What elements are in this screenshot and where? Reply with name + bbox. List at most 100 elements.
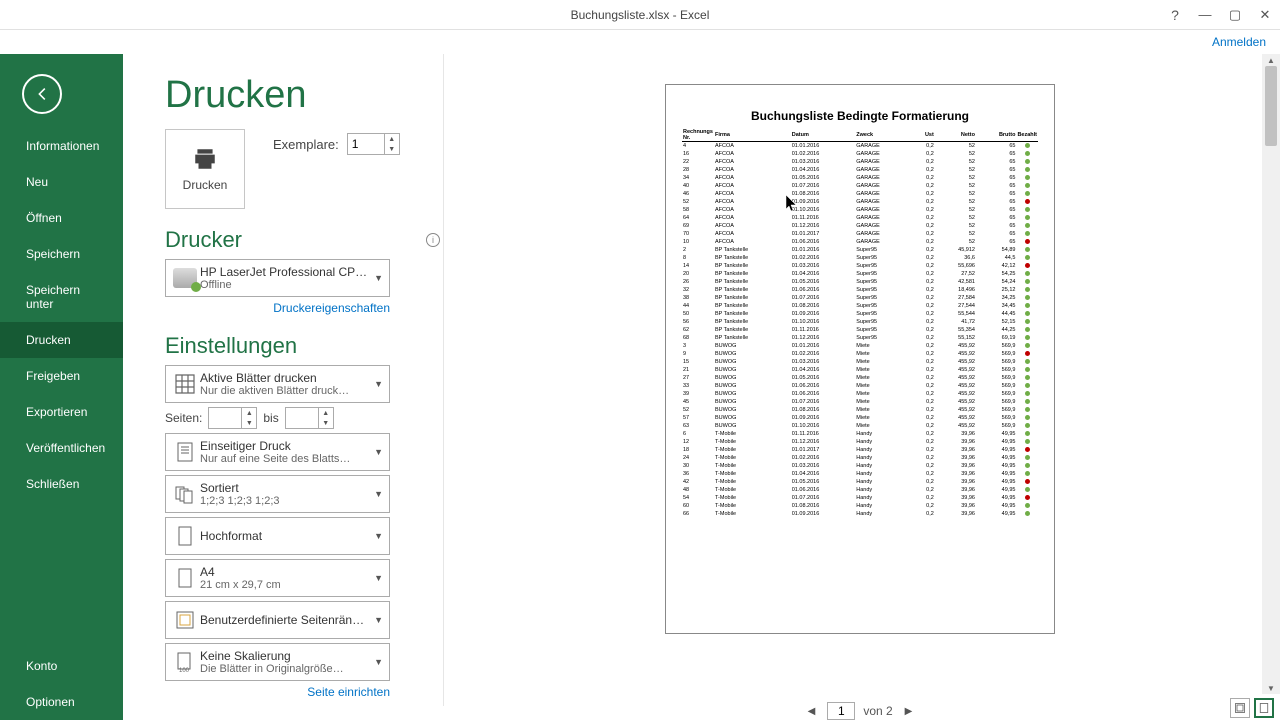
copies-spinner[interactable]: ▲▼: [347, 133, 400, 155]
scaling-icon: 100: [173, 650, 197, 674]
status-paid-icon: [1025, 383, 1030, 388]
nav-informationen[interactable]: Informationen: [0, 128, 123, 164]
prev-page-button[interactable]: ◀: [804, 704, 820, 719]
table-row: 48T-Mobile01.06.2016Handy0,239,9649,95: [682, 486, 1038, 494]
column-header: Datum: [791, 129, 856, 142]
paper-icon: [173, 566, 197, 590]
nav-drucken[interactable]: Drucken: [0, 322, 123, 358]
paper-size-dropdown[interactable]: A4 21 cm x 29,7 cm ▼: [165, 559, 390, 597]
status-unpaid-icon: [1025, 351, 1030, 356]
column-header: Firma: [714, 129, 791, 142]
table-row: 16AFCOA01.02.2016GARAGE0,25265: [682, 150, 1038, 158]
status-unpaid-icon: [1025, 479, 1030, 484]
margins-icon: [173, 608, 197, 632]
settings-section-title: Einstellungen: [165, 333, 297, 359]
column-header: Zweck: [855, 129, 911, 142]
nav-veröffentlichen[interactable]: Veröffentlichen: [0, 430, 123, 466]
table-row: 50BP Tankstelle01.09.2016Super950,255,54…: [682, 310, 1038, 318]
scroll-up-button[interactable]: ▲: [1262, 54, 1280, 66]
backstage-sidebar: InformationenNeuÖffnenSpeichernSpeichern…: [0, 54, 123, 720]
print-what-dropdown[interactable]: Aktive Blätter drucken Nur die aktiven B…: [165, 365, 390, 403]
status-paid-icon: [1025, 431, 1030, 436]
printer-properties-link[interactable]: Druckereigenschaften: [165, 301, 390, 315]
table-row: 68BP Tankstelle01.12.2016Super950,255,15…: [682, 334, 1038, 342]
next-page-button[interactable]: ▶: [901, 704, 917, 719]
chevron-down-icon: ▼: [374, 489, 383, 499]
show-margins-button[interactable]: [1230, 698, 1250, 718]
printer-dropdown[interactable]: HP LaserJet Professional CP… Offline ▼: [165, 259, 390, 297]
table-row: 52BUWOG01.08.2016Miete0,2455,92569,9: [682, 406, 1038, 414]
printer-status-icon: [171, 266, 199, 290]
page-setup-link[interactable]: Seite einrichten: [165, 685, 390, 699]
info-icon[interactable]: i: [426, 233, 440, 247]
status-paid-icon: [1025, 151, 1030, 156]
chevron-down-icon: ▼: [374, 573, 383, 583]
table-row: 63BUWOG01.10.2016Miete0,2455,92569,9: [682, 422, 1038, 430]
pages-to-spinner[interactable]: ▲▼: [285, 407, 334, 429]
table-row: 60T-Mobile01.08.2016Handy0,239,9649,95: [682, 502, 1038, 510]
pages-label: Seiten:: [165, 411, 202, 425]
scroll-thumb[interactable]: [1265, 66, 1277, 146]
scaling-dropdown[interactable]: 100 Keine Skalierung Die Blätter in Orig…: [165, 643, 390, 681]
table-row: 45BUWOG01.07.2016Miete0,2455,92569,9: [682, 398, 1038, 406]
nav-speichern-unter[interactable]: Speichern unter: [0, 272, 123, 322]
copies-down[interactable]: ▼: [385, 144, 399, 154]
close-button[interactable]: ✕: [1250, 0, 1280, 30]
titlebar: Buchungsliste.xlsx - Excel ? — ▢ ✕: [0, 0, 1280, 30]
status-paid-icon: [1025, 503, 1030, 508]
table-row: 64AFCOA01.11.2016GARAGE0,25265: [682, 214, 1038, 222]
column-header: Ust: [911, 129, 935, 142]
sides-dropdown[interactable]: Einseitiger Druck Nur auf eine Seite des…: [165, 433, 390, 471]
copies-up[interactable]: ▲: [385, 134, 399, 144]
table-row: 2BP Tankstelle01.01.2016Super950,245,912…: [682, 246, 1038, 254]
status-paid-icon: [1025, 255, 1030, 260]
nav-exportieren[interactable]: Exportieren: [0, 394, 123, 430]
pages-to-input[interactable]: [286, 411, 318, 425]
margins-dropdown[interactable]: Benutzerdefinierte Seitenrän… ▼: [165, 601, 390, 639]
column-header: Brutto: [976, 129, 1016, 142]
status-paid-icon: [1025, 463, 1030, 468]
status-unpaid-icon: [1025, 495, 1030, 500]
nav-schließen[interactable]: Schließen: [0, 466, 123, 502]
nav-neu[interactable]: Neu: [0, 164, 123, 200]
vertical-scrollbar[interactable]: ▲ ▼: [1262, 54, 1280, 694]
pages-from-input[interactable]: [209, 411, 241, 425]
status-unpaid-icon: [1025, 447, 1030, 452]
print-button[interactable]: Drucken: [165, 129, 245, 209]
total-pages-label: von 2: [863, 704, 892, 718]
nav-optionen[interactable]: Optionen: [0, 684, 123, 720]
collate-dropdown[interactable]: Sortiert 1;2;3 1;2;3 1;2;3 ▼: [165, 475, 390, 513]
zoom-to-page-button[interactable]: [1254, 698, 1274, 718]
printer-icon: [190, 146, 220, 172]
back-button[interactable]: [22, 74, 62, 114]
table-row: 36T-Mobile01.04.2016Handy0,239,9649,95: [682, 470, 1038, 478]
copies-label: Exemplare:: [273, 137, 339, 152]
minimize-button[interactable]: —: [1190, 0, 1220, 30]
status-paid-icon: [1025, 279, 1030, 284]
status-paid-icon: [1025, 423, 1030, 428]
nav-öffnen[interactable]: Öffnen: [0, 200, 123, 236]
signin-link[interactable]: Anmelden: [0, 30, 1280, 54]
status-paid-icon: [1025, 167, 1030, 172]
nav-speichern[interactable]: Speichern: [0, 236, 123, 272]
status-paid-icon: [1025, 247, 1030, 252]
table-row: 33BUWOG01.06.2016Miete0,2455,92569,9: [682, 382, 1038, 390]
table-row: 20BP Tankstelle01.04.2016Super950,227,52…: [682, 270, 1038, 278]
scroll-down-button[interactable]: ▼: [1262, 682, 1280, 694]
status-paid-icon: [1025, 359, 1030, 364]
status-paid-icon: [1025, 407, 1030, 412]
help-button[interactable]: ?: [1160, 0, 1190, 30]
svg-text:100: 100: [179, 668, 190, 674]
maximize-button[interactable]: ▢: [1220, 0, 1250, 30]
status-paid-icon: [1025, 183, 1030, 188]
copies-input[interactable]: [348, 137, 384, 151]
orientation-dropdown[interactable]: Hochformat ▼: [165, 517, 390, 555]
nav-freigeben[interactable]: Freigeben: [0, 358, 123, 394]
status-paid-icon: [1025, 391, 1030, 396]
nav-konto[interactable]: Konto: [0, 648, 123, 684]
print-preview-page: Buchungsliste Bedingte Formatierung Rech…: [665, 84, 1055, 634]
current-page-input[interactable]: [827, 702, 855, 720]
portrait-icon: [173, 524, 197, 548]
pages-from-spinner[interactable]: ▲▼: [208, 407, 257, 429]
table-row: 32BP Tankstelle01.06.2016Super950,218,49…: [682, 286, 1038, 294]
